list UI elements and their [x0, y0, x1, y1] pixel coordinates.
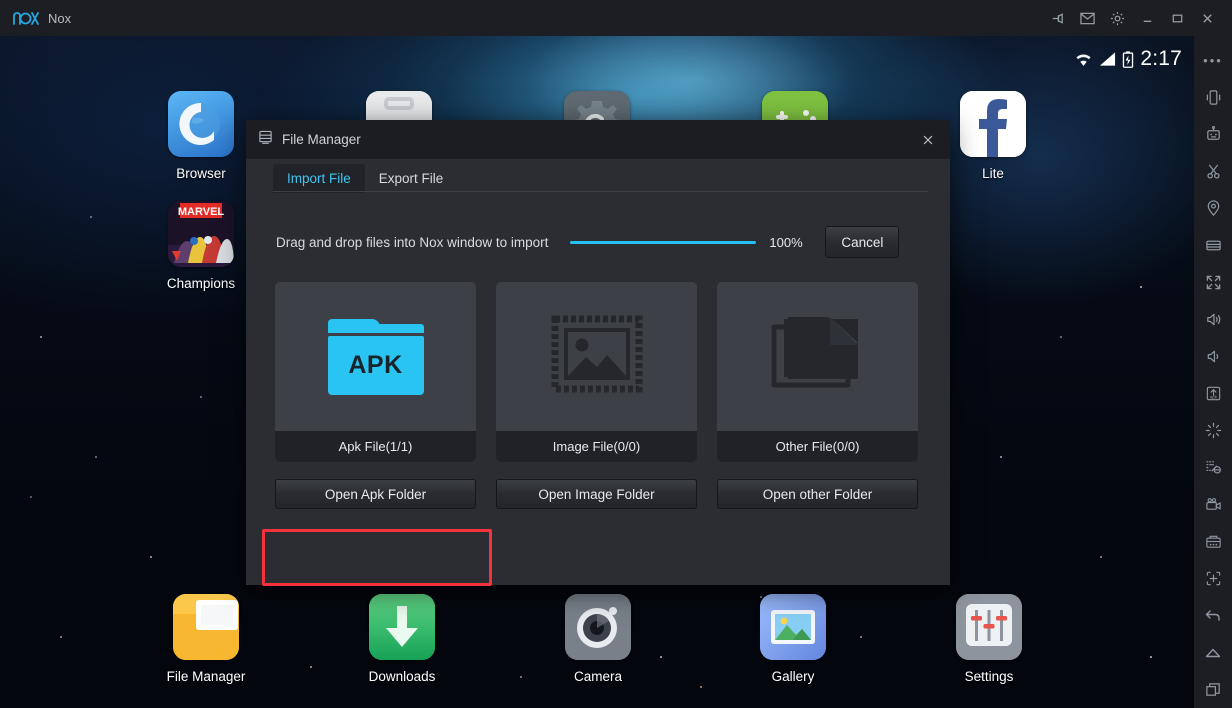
video-record-icon[interactable]	[1194, 486, 1232, 523]
cellular-signal-icon	[1099, 52, 1116, 67]
apk-folder-icon: APK	[328, 319, 424, 395]
app-icon-champions[interactable]: MARVEL Champions	[147, 201, 255, 291]
other-card[interactable]: Other File(0/0)	[717, 282, 918, 462]
dialog-tabs: Import File Export File	[246, 159, 950, 192]
tab-import-file[interactable]: Import File	[273, 164, 365, 193]
scissors-icon[interactable]	[1194, 153, 1232, 190]
image-card[interactable]: Image File(0/0)	[496, 282, 697, 462]
window-title: Nox	[48, 11, 71, 26]
nox-toolbar-sidebar: •••	[1194, 36, 1232, 708]
other-file-icon	[770, 315, 866, 398]
mail-icon[interactable]	[1072, 3, 1102, 33]
other-card-body	[717, 282, 918, 431]
apk-card-body: APK	[275, 282, 476, 431]
volume-down-icon[interactable]	[1194, 338, 1232, 375]
app-icon-file-manager[interactable]: File Manager	[152, 594, 260, 684]
file-type-cards: APK Apk File(1/1) Open Apk Folder	[246, 282, 950, 509]
app-label: Lite	[939, 166, 1047, 181]
image-file-icon	[551, 315, 643, 398]
app-label: Gallery	[739, 669, 847, 684]
file-manager-icon	[258, 130, 273, 150]
dialog-title: File Manager	[282, 132, 361, 147]
dialog-header: File Manager	[246, 120, 950, 159]
open-image-folder-button[interactable]: Open Image Folder	[496, 479, 697, 509]
open-other-folder-button[interactable]: Open other Folder	[717, 479, 918, 509]
import-progress-row: Drag and drop files into Nox window to i…	[246, 226, 950, 258]
app-icon-gallery[interactable]: Gallery	[739, 594, 847, 684]
volume-up-icon[interactable]	[1194, 301, 1232, 338]
image-card-body	[496, 282, 697, 431]
card-apk-file: APK Apk File(1/1) Open Apk Folder	[275, 282, 476, 509]
close-icon[interactable]	[1192, 3, 1222, 33]
battery-charging-icon	[1122, 51, 1134, 68]
camera-icon	[565, 594, 631, 660]
add-instance-icon[interactable]	[1194, 560, 1232, 597]
import-progress-bar	[570, 241, 756, 244]
card-other-file: Other File(0/0) Open other Folder	[717, 282, 918, 509]
location-pin-icon[interactable]	[1194, 190, 1232, 227]
pin-icon[interactable]	[1042, 3, 1072, 33]
image-card-label: Image File(0/0)	[496, 431, 697, 462]
nox-logo-icon	[13, 10, 39, 26]
android-status-bar: 2:17	[1074, 44, 1182, 74]
apk-glyph-text: APK	[348, 351, 402, 380]
cancel-button[interactable]: Cancel	[825, 226, 899, 258]
install-apk-icon[interactable]: apk	[1194, 375, 1232, 412]
file-manager-dialog: File Manager Import File Export File Dra…	[246, 120, 950, 585]
clean-sparkle-icon[interactable]	[1194, 412, 1232, 449]
shake-phone-icon[interactable]	[1194, 79, 1232, 116]
window-controls	[1042, 0, 1232, 36]
android-screen[interactable]: 2:17 Browser	[0, 36, 1194, 708]
import-progress-fill	[570, 241, 756, 244]
facebook-icon	[960, 91, 1026, 157]
file-manager-folder-icon	[173, 594, 239, 660]
champions-icon: MARVEL	[168, 201, 234, 267]
tab-export-file[interactable]: Export File	[365, 164, 458, 193]
gear-icon[interactable]	[1102, 3, 1132, 33]
app-label: Champions	[147, 276, 255, 291]
apk-card-label: Apk File(1/1)	[275, 431, 476, 462]
app-label: Camera	[544, 669, 652, 684]
svg-text:MARVEL: MARVEL	[178, 206, 225, 218]
app-label: Settings	[935, 669, 1043, 684]
app-label: Downloads	[348, 669, 456, 684]
apk-card[interactable]: APK Apk File(1/1)	[275, 282, 476, 462]
app-icon-browser[interactable]: Browser	[147, 91, 255, 181]
other-card-label: Other File(0/0)	[717, 431, 918, 462]
fullscreen-icon[interactable]	[1194, 264, 1232, 301]
home-icon[interactable]	[1194, 634, 1232, 671]
browser-icon	[168, 91, 234, 157]
app-icon-downloads[interactable]: Downloads	[348, 594, 456, 684]
app-icon-facebook-lite[interactable]: Lite	[939, 91, 1047, 181]
settings-sliders-icon	[956, 594, 1022, 660]
dialog-close-icon[interactable]	[912, 125, 944, 155]
window-title-bar: Nox	[0, 0, 1232, 36]
downloads-icon	[369, 594, 435, 660]
open-apk-folder-button[interactable]: Open Apk Folder	[275, 479, 476, 509]
tabs-divider	[273, 191, 928, 192]
nox-emulator-window: Nox	[0, 0, 1232, 708]
maximize-icon[interactable]	[1162, 3, 1192, 33]
app-label: File Manager	[152, 669, 260, 684]
more-dots-icon[interactable]: •••	[1194, 42, 1232, 79]
screenshot-icon[interactable]	[1194, 523, 1232, 560]
minimize-icon[interactable]	[1132, 3, 1162, 33]
open-apk-folder-highlight	[262, 529, 492, 586]
app-icon-settings[interactable]: Settings	[935, 594, 1043, 684]
macro-robot-icon[interactable]	[1194, 116, 1232, 153]
back-icon[interactable]	[1194, 597, 1232, 634]
app-icon-camera[interactable]: Camera	[544, 594, 652, 684]
recent-apps-icon[interactable]	[1194, 671, 1232, 708]
card-image-file: Image File(0/0) Open Image Folder	[496, 282, 697, 509]
multi-drive-icon[interactable]	[1194, 449, 1232, 486]
gallery-icon	[760, 594, 826, 660]
keyboard-icon[interactable]	[1194, 227, 1232, 264]
app-label: Browser	[147, 166, 255, 181]
status-clock: 2:17	[1140, 47, 1182, 71]
drag-drop-hint: Drag and drop files into Nox window to i…	[276, 235, 548, 250]
svg-text:apk: apk	[1210, 395, 1218, 400]
import-progress-label: 100%	[769, 235, 805, 250]
wifi-icon	[1074, 52, 1093, 67]
